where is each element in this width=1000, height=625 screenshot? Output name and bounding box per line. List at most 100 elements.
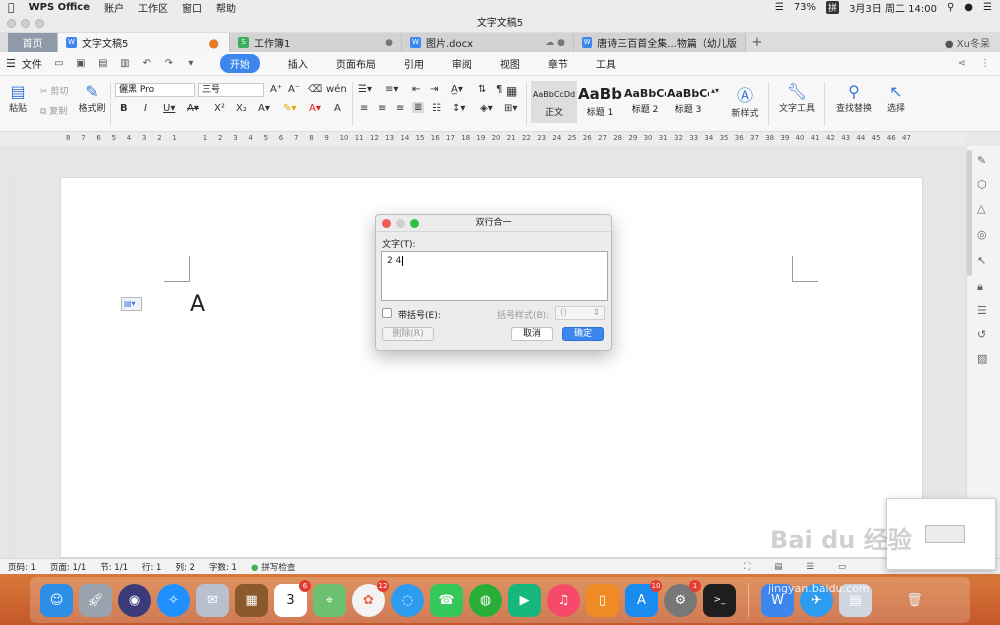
new-tab-plus-icon[interactable]: +	[746, 35, 768, 50]
underline-button[interactable]: U▾	[163, 103, 175, 114]
tab-tools[interactable]: 工具	[596, 56, 616, 71]
page-view-icon[interactable]: ▤	[774, 562, 782, 572]
font-name-select[interactable]: 儷黑 Pro	[115, 83, 195, 97]
format-painter-button[interactable]: ✎ 格式刷	[78, 82, 106, 114]
combine-text-input[interactable]: 2 4	[381, 251, 608, 301]
vertical-ruler[interactable]	[5, 178, 13, 558]
menu-window[interactable]: 窗口	[182, 0, 202, 15]
file-menu-button[interactable]: 文件	[22, 56, 42, 71]
terminal-icon[interactable]: >_	[703, 583, 736, 617]
web-view-icon[interactable]: ▭	[838, 562, 846, 572]
style-heading-2[interactable]: AaBbCc 标题 2	[624, 81, 666, 123]
outline-view-icon[interactable]: ☰	[806, 562, 814, 572]
wechat-icon[interactable]: ◍	[469, 583, 502, 617]
tab-chapter[interactable]: 章节	[548, 56, 568, 71]
styles-scroll-icon[interactable]: ▴▾	[711, 86, 719, 95]
phonetic-guide-icon[interactable]: wén	[326, 84, 347, 95]
hamburger-menu-icon[interactable]: ☰	[6, 57, 16, 70]
tab-home-ribbon[interactable]: 开始	[219, 54, 260, 73]
finder-icon[interactable]: ☺	[40, 583, 73, 617]
style-heading-1[interactable]: AaBb 标题 1	[578, 81, 622, 123]
horizontal-ruler[interactable]: 8 7 6 5 4 3 2 1 1 2 3 4 5 6 7 8 9 10 11 12 13 14 15 16 17 18 19 20 2…	[0, 132, 966, 146]
spotlight-search-icon[interactable]: ⚲	[947, 2, 954, 13]
bullet-list-icon[interactable]: ☰▾	[358, 84, 372, 95]
show-marks-icon[interactable]: ¶	[496, 84, 502, 95]
menu-workspace[interactable]: 工作区	[138, 0, 168, 15]
more-options-icon[interactable]: ⋮	[980, 58, 990, 69]
app-store-icon[interactable]: A 10	[625, 579, 662, 617]
paste-button[interactable]: ▤ 粘贴	[6, 82, 30, 114]
align-right-icon[interactable]: ≡	[396, 103, 404, 114]
tab-insert[interactable]: 插入	[288, 56, 308, 71]
grow-font-icon[interactable]: A⁺	[270, 84, 282, 95]
char-shading-button[interactable]: A	[334, 103, 341, 114]
tab-doc-5[interactable]: W 文字文稿5 ●	[58, 33, 230, 52]
clear-format-icon[interactable]: ⌫	[308, 84, 322, 95]
borders-icon[interactable]: ⊞▾	[504, 103, 517, 114]
siri-icon[interactable]: ◉	[118, 583, 151, 617]
bold-button[interactable]: B	[120, 103, 128, 114]
new-style-button[interactable]: Ⓐ 新样式	[727, 82, 763, 119]
style-pane-icon[interactable]: △	[977, 202, 985, 215]
tab-page-layout[interactable]: 页面布局	[336, 56, 376, 71]
cut-button[interactable]: ✂ 剪切	[40, 84, 68, 97]
select-pane-icon[interactable]: ↖	[977, 254, 986, 267]
spell-check-toggle[interactable]: 拼写检查	[251, 561, 295, 573]
shading-icon[interactable]: ◈▾	[480, 103, 493, 114]
cancel-button[interactable]: 取消	[511, 327, 553, 341]
save-icon[interactable]: ▣	[74, 58, 88, 70]
superscript-button[interactable]: X²	[214, 103, 225, 114]
wifi-icon[interactable]: ☰	[775, 2, 784, 13]
chinese-layout-icon[interactable]: A̲▾	[451, 84, 463, 95]
select-button[interactable]: ↖ 选择	[882, 82, 910, 114]
customize-toolbar-icon[interactable]: ▾	[184, 58, 198, 70]
image-pane-icon[interactable]: ▧	[977, 352, 987, 365]
align-left-icon[interactable]: ≡	[360, 103, 368, 114]
justify-icon[interactable]: ≣	[412, 102, 425, 113]
strikethrough-button[interactable]: A▾	[187, 103, 199, 114]
vertical-scrollbar[interactable]	[967, 150, 972, 276]
sort-icon[interactable]: ⇅	[478, 84, 486, 95]
datetime[interactable]: 3月3日 周二 14:00	[849, 0, 937, 15]
books-icon[interactable]: ▯	[586, 583, 619, 617]
safari-icon[interactable]: ✧	[157, 583, 190, 617]
export-pdf-icon[interactable]: ▥	[118, 58, 132, 70]
lock-icon[interactable]: 🔒︎	[977, 280, 983, 294]
increase-indent-icon[interactable]: ⇥	[430, 84, 438, 95]
zoom-window-button[interactable]	[35, 19, 44, 28]
shrink-font-icon[interactable]: A⁻	[288, 84, 300, 95]
trash-icon[interactable]: 🗑︎	[898, 584, 931, 617]
share-icon[interactable]: ⋖	[958, 58, 966, 69]
with-brackets-checkbox[interactable]	[382, 308, 392, 318]
notification-center-icon[interactable]: ☰	[983, 2, 992, 13]
close-tab-icon[interactable]: ●	[385, 38, 393, 48]
user-account[interactable]: ● Xu冬呆	[945, 35, 990, 50]
close-window-button[interactable]	[7, 19, 16, 28]
tab-image-docx[interactable]: W 图片.docx ☁ ●	[402, 33, 574, 52]
line-spacing-icon[interactable]: ↕▾	[452, 103, 465, 114]
highlight-button[interactable]: ✎▾	[283, 103, 296, 114]
distribute-icon[interactable]: ☷	[432, 103, 441, 114]
iqiyi-icon[interactable]: ▶	[508, 583, 541, 617]
photos-icon[interactable]: ✿ 12	[352, 579, 389, 617]
ok-button[interactable]: 确定	[562, 327, 604, 341]
settings-sliders-icon[interactable]: ☰	[977, 304, 987, 317]
text-effect-button[interactable]: A▾	[258, 103, 270, 114]
input-method-icon[interactable]: 拼	[826, 1, 840, 14]
history-icon[interactable]: ↺	[977, 328, 986, 341]
dialog-close-button[interactable]	[382, 219, 391, 228]
launchpad-icon[interactable]: 🚀︎	[79, 583, 112, 617]
menu-app-name[interactable]: WPS Office	[29, 2, 90, 13]
tab-home[interactable]: 首页	[8, 33, 58, 52]
bracket-style-select[interactable]: () ⇕	[555, 306, 605, 320]
style-normal[interactable]: AaBbCcDd 正文	[531, 81, 577, 123]
open-folder-icon[interactable]: ▭	[52, 58, 66, 70]
close-tab-icon[interactable]: ☁ ●	[545, 38, 565, 48]
dialog-zoom-button[interactable]	[410, 219, 419, 228]
messages-icon[interactable]: ◌	[391, 583, 424, 617]
fit-page-icon[interactable]: ⛶	[744, 562, 750, 572]
paste-options-icon[interactable]: ▤▾	[121, 297, 142, 311]
menu-help[interactable]: 帮助	[216, 0, 236, 15]
tab-review[interactable]: 审阅	[452, 56, 472, 71]
contacts-icon[interactable]: ▦	[235, 583, 268, 617]
